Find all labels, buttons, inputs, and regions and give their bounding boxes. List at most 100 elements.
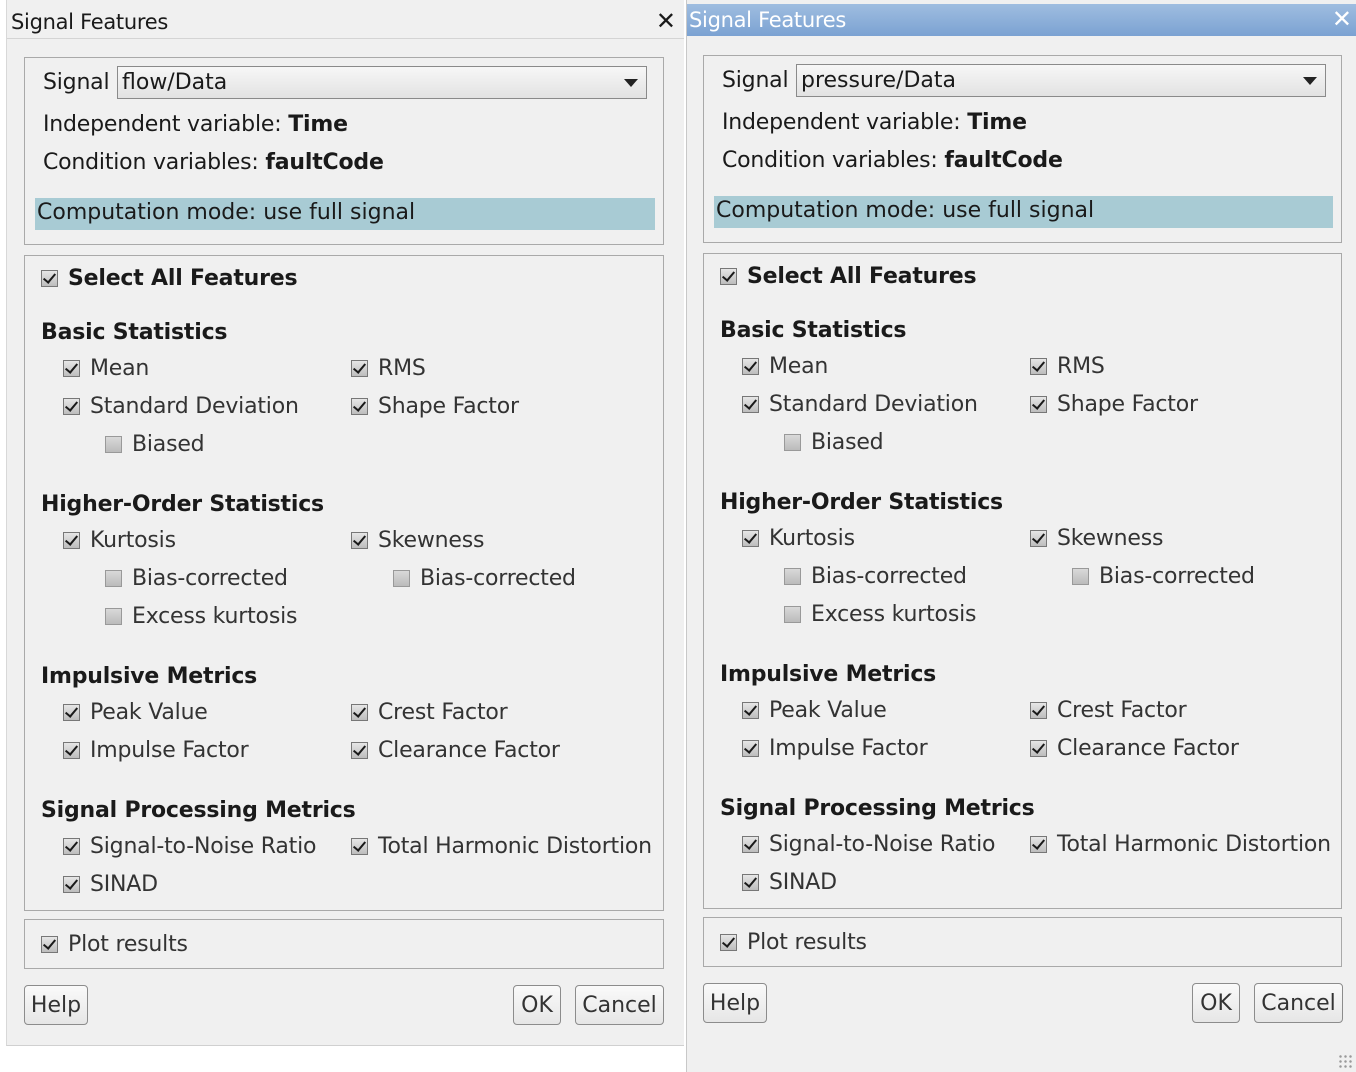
ok-button[interactable]: OK [513, 985, 561, 1025]
skewness-checkbox[interactable]: Skewness [351, 528, 484, 553]
peak-value-checkbox[interactable]: Peak Value [63, 700, 208, 725]
skewness-bias-corrected-checkbox[interactable]: Bias-corrected [393, 566, 576, 591]
biased-checkbox[interactable]: Biased [784, 430, 884, 455]
independent-variable-row: Independent variable: Time [43, 112, 348, 137]
excess-kurtosis-label: Excess kurtosis [811, 602, 977, 627]
condition-variables-value: faultCode [944, 148, 1063, 173]
impulse-factor-checkbox[interactable]: Impulse Factor [742, 736, 928, 761]
computation-mode-bar[interactable]: Computation mode: use full signal [35, 198, 655, 230]
crest-factor-checkbox[interactable]: Crest Factor [1030, 698, 1187, 723]
cancel-button[interactable]: Cancel [575, 985, 664, 1025]
checkbox-icon [1030, 396, 1047, 413]
excess-kurtosis-checkbox[interactable]: Excess kurtosis [105, 604, 297, 629]
cancel-button[interactable]: Cancel [1254, 983, 1343, 1023]
checkbox-icon [351, 742, 368, 759]
thd-checkbox[interactable]: Total Harmonic Distortion [351, 834, 652, 859]
close-icon[interactable]: ✕ [656, 7, 676, 35]
clearance-factor-checkbox[interactable]: Clearance Factor [1030, 736, 1239, 761]
checkbox-icon [63, 532, 80, 549]
signal-info-panel: Signal pressure/Data Independent variabl… [703, 55, 1342, 243]
skewness-bias-corrected-checkbox[interactable]: Bias-corrected [1072, 564, 1255, 589]
signal-label: Signal [722, 68, 789, 93]
basic-statistics-heading: Basic Statistics [41, 320, 228, 345]
kurtosis-bias-corrected-checkbox[interactable]: Bias-corrected [105, 566, 288, 591]
peak-value-checkbox[interactable]: Peak Value [742, 698, 887, 723]
clearance-factor-label: Clearance Factor [1057, 736, 1239, 761]
condition-variables-value: faultCode [265, 150, 384, 175]
help-button[interactable]: Help [703, 983, 767, 1023]
impulse-factor-label: Impulse Factor [769, 736, 928, 761]
snr-label: Signal-to-Noise Ratio [90, 834, 317, 859]
mean-checkbox[interactable]: Mean [63, 356, 149, 381]
checkbox-icon [1030, 530, 1047, 547]
dialog-title: Signal Features [689, 8, 846, 32]
plot-results-checkbox[interactable]: Plot results [41, 932, 188, 957]
rms-checkbox[interactable]: RMS [351, 356, 426, 381]
select-all-features-checkbox[interactable]: Select All Features [41, 266, 298, 291]
independent-variable-label: Independent variable: [722, 110, 968, 135]
shape-factor-checkbox[interactable]: Shape Factor [351, 394, 519, 419]
excess-kurtosis-label: Excess kurtosis [132, 604, 298, 629]
sinad-checkbox[interactable]: SINAD [742, 870, 837, 895]
kurtosis-checkbox[interactable]: Kurtosis [742, 526, 855, 551]
crest-factor-label: Crest Factor [1057, 698, 1187, 723]
shape-factor-label: Shape Factor [378, 394, 519, 419]
checkbox-icon [1030, 836, 1047, 853]
checkbox-icon [1030, 358, 1047, 375]
condition-variables-label: Condition variables: [43, 150, 266, 175]
biased-checkbox[interactable]: Biased [105, 432, 205, 457]
checkbox-icon [63, 360, 80, 377]
checkbox-icon [742, 740, 759, 757]
checkbox-icon [742, 396, 759, 413]
checkbox-icon [742, 874, 759, 891]
checkbox-icon [742, 358, 759, 375]
impulse-factor-checkbox[interactable]: Impulse Factor [63, 738, 249, 763]
snr-checkbox[interactable]: Signal-to-Noise Ratio [63, 834, 316, 859]
signal-dropdown-value: flow/Data [122, 70, 228, 95]
checkbox-icon [784, 434, 801, 451]
plot-options-panel: Plot results [703, 917, 1342, 967]
higher-order-statistics-heading: Higher-Order Statistics [41, 492, 324, 517]
shape-factor-checkbox[interactable]: Shape Factor [1030, 392, 1198, 417]
checkbox-icon [105, 436, 122, 453]
snr-checkbox[interactable]: Signal-to-Noise Ratio [742, 832, 995, 857]
computation-mode-bar[interactable]: Computation mode: use full signal [714, 196, 1333, 228]
rms-checkbox[interactable]: RMS [1030, 354, 1105, 379]
checkbox-icon [63, 398, 80, 415]
peak-value-label: Peak Value [90, 700, 208, 725]
thd-checkbox[interactable]: Total Harmonic Distortion [1030, 832, 1331, 857]
impulsive-metrics-heading: Impulsive Metrics [720, 662, 937, 687]
checkbox-icon [63, 742, 80, 759]
select-all-features-checkbox[interactable]: Select All Features [720, 264, 977, 289]
kurtosis-checkbox[interactable]: Kurtosis [63, 528, 176, 553]
mean-checkbox[interactable]: Mean [742, 354, 828, 379]
condition-variables-label: Condition variables: [722, 148, 945, 173]
standard-deviation-checkbox[interactable]: Standard Deviation [742, 392, 978, 417]
kurtosis-bias-corrected-checkbox[interactable]: Bias-corrected [784, 564, 967, 589]
sinad-label: SINAD [90, 872, 158, 897]
skewness-checkbox[interactable]: Skewness [1030, 526, 1163, 551]
checkbox-icon [351, 532, 368, 549]
signal-dropdown[interactable]: flow/Data [117, 66, 647, 99]
standard-deviation-checkbox[interactable]: Standard Deviation [63, 394, 299, 419]
checkbox-icon [1072, 568, 1089, 585]
title-bar[interactable]: Signal Features ✕ [687, 4, 1356, 36]
help-button[interactable]: Help [24, 985, 88, 1025]
plot-results-checkbox[interactable]: Plot results [720, 930, 867, 955]
crest-factor-checkbox[interactable]: Crest Factor [351, 700, 508, 725]
excess-kurtosis-checkbox[interactable]: Excess kurtosis [784, 602, 976, 627]
independent-variable-value: Time [967, 110, 1027, 135]
title-bar[interactable]: Signal Features ✕ [7, 6, 684, 39]
select-all-label: Select All Features [68, 266, 298, 291]
higher-order-statistics-heading: Higher-Order Statistics [720, 490, 1003, 515]
rms-label: RMS [1057, 354, 1105, 379]
checkbox-icon [41, 270, 58, 287]
sinad-checkbox[interactable]: SINAD [63, 872, 158, 897]
signal-dropdown[interactable]: pressure/Data [796, 64, 1326, 97]
clearance-factor-checkbox[interactable]: Clearance Factor [351, 738, 560, 763]
close-icon[interactable]: ✕ [1332, 5, 1352, 33]
resize-grip-icon[interactable] [1338, 1054, 1352, 1068]
ok-button[interactable]: OK [1192, 983, 1240, 1023]
skewness-label: Skewness [378, 528, 485, 553]
impulse-factor-label: Impulse Factor [90, 738, 249, 763]
